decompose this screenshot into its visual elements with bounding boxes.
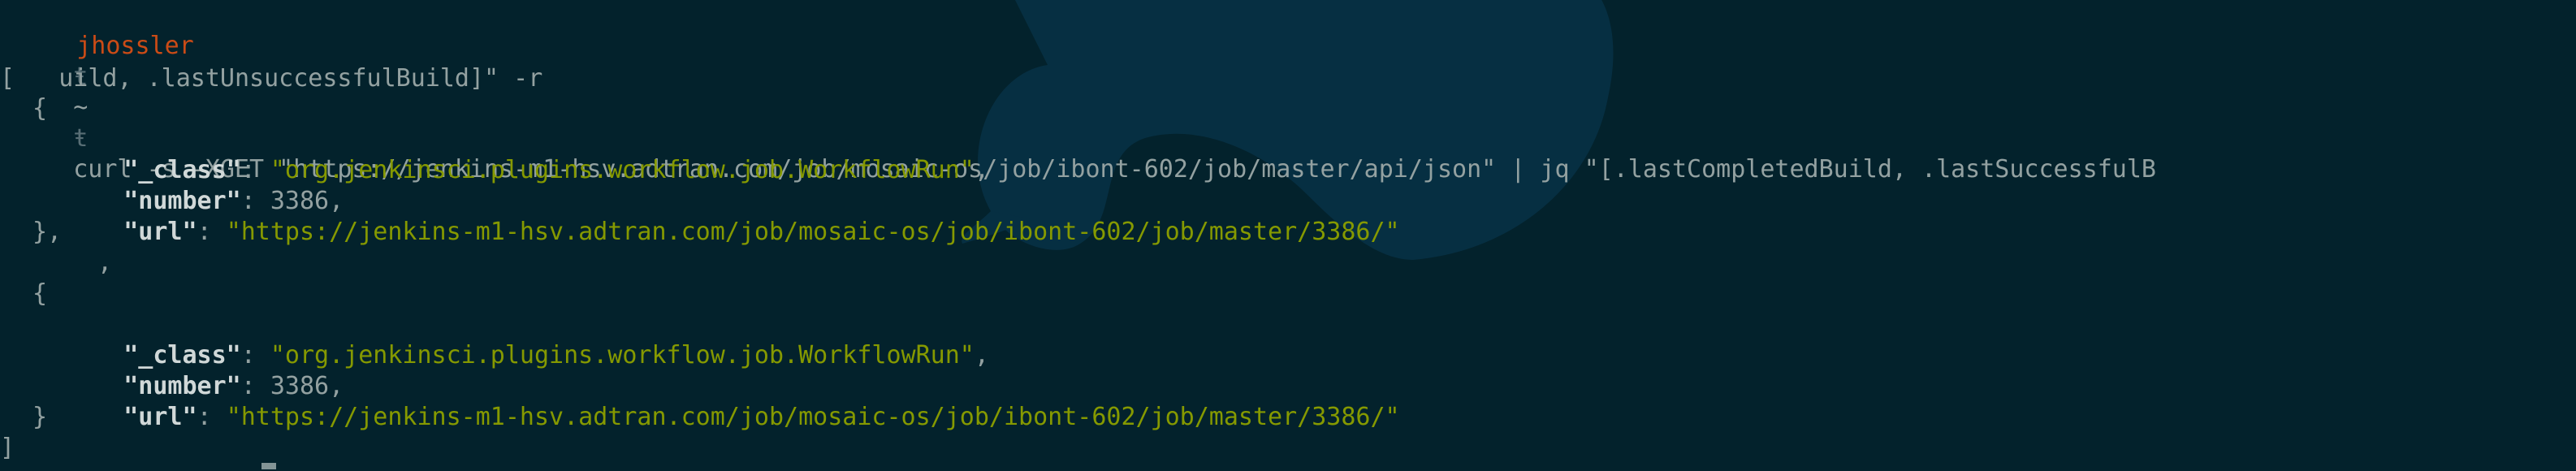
json-string-value: "org.jenkinsci.plugins.workflow.job.Work… [270,156,975,184]
command-text-continued: uild, .lastUnsuccessfulBuild]" -r [58,64,543,93]
json-entry: "url": "https://jenkins-m1-hsv.adtran.co… [123,218,1400,246]
json-entry: "url": "https://jenkins-m1-hsv.adtran.co… [123,403,1400,431]
json-entry: "number": 3386, [123,372,344,400]
json-entry: "_class": "org.jenkinsci.plugins.workflo… [123,341,989,369]
json-open-brace: { [32,279,48,308]
json-separator-comma: , [97,248,113,277]
command-line: jhossler ŧ ~ ŧ curl -s -XGET "https://je… [0,0,2156,184]
json-close-brace: } [32,403,48,431]
json-open-bracket: [ [0,64,15,93]
json-string-value: "https://jenkins-m1-hsv.adtran.com/job/m… [226,403,1400,431]
json-key: "url" [123,403,197,431]
json-string-value: "org.jenkinsci.plugins.workflow.job.Work… [270,341,975,369]
json-entry: "_class": "org.jenkinsci.plugins.workflo… [123,156,989,184]
json-open-brace: { [32,94,48,123]
json-close-brace: }, [32,218,63,246]
prompt-directory: ~ [73,93,89,122]
json-string-value: "https://jenkins-m1-hsv.adtran.com/job/m… [226,218,1400,246]
terminal-window[interactable]: jhossler ŧ ~ ŧ curl -s -XGET "https://je… [0,0,2576,471]
terminal-cursor [261,463,276,469]
json-key: "url" [123,218,197,246]
json-close-bracket: ] [0,434,15,462]
command-line-continued: uild, .lastUnsuccessfulBuild]" -r [0,32,542,93]
json-entry: "number": 3386, [123,187,344,215]
